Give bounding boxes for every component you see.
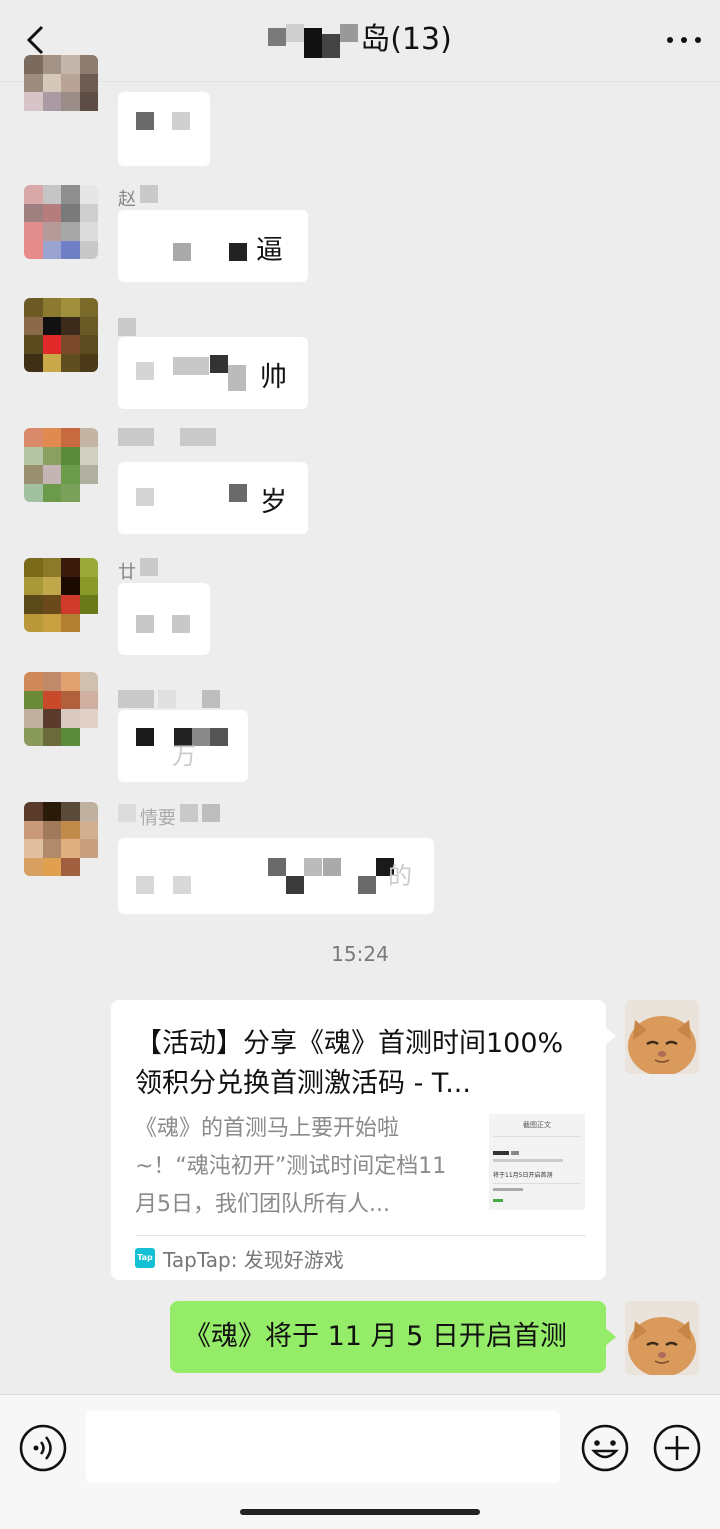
sender-name (118, 428, 216, 450)
voice-icon (19, 1424, 67, 1472)
avatar[interactable] (24, 672, 98, 746)
link-card-source: Tap TapTap: 发现好游戏 (135, 1244, 344, 1272)
message-text: 万 (172, 742, 196, 770)
avatar[interactable] (24, 802, 98, 876)
thumbnail-heading: 截图正文 (523, 1121, 551, 1129)
link-card-title: 【活动】分享《魂》首测时间100%领积分兑换首测激活码 - T... (135, 1028, 564, 1099)
chat-header: 岛(13) (0, 0, 720, 82)
sender-name: 情要 (118, 804, 220, 829)
avatar[interactable] (24, 558, 98, 632)
emoji-button[interactable] (580, 1423, 630, 1473)
taptap-logo-icon: Tap (135, 1248, 155, 1268)
chat-title-text: 岛(13) (360, 22, 452, 57)
thumbnail-line: 将于11月5日开启首测 (493, 1172, 553, 1179)
bubble-tail (604, 1327, 616, 1347)
message-input[interactable] (86, 1411, 560, 1483)
home-indicator[interactable] (240, 1509, 480, 1515)
sent-message-text: 《魂》将于 11 月 5 日开启首测 (184, 1321, 567, 1352)
sender-name-char: 廿 (118, 562, 136, 583)
avatar[interactable] (24, 428, 98, 502)
cat-avatar-icon (625, 1000, 699, 1074)
message-bubble[interactable]: 逼 (118, 210, 308, 282)
input-bar (0, 1394, 720, 1529)
message-bubble[interactable] (118, 92, 210, 166)
message-bubble[interactable]: 的 (118, 838, 434, 914)
message-text: 岁 (260, 487, 287, 518)
link-card-divider (135, 1235, 586, 1236)
more-icon (667, 37, 701, 43)
my-avatar[interactable] (625, 1000, 699, 1074)
sender-name (118, 690, 220, 712)
sent-message-bubble[interactable]: 《魂》将于 11 月 5 日开启首测 (170, 1301, 616, 1373)
link-card-thumbnail: 截图正文 将于11月5日开启首测 (489, 1114, 585, 1210)
timestamp: 15:24 (331, 942, 389, 966)
more-button[interactable] (664, 20, 704, 60)
sender-name-chars: 情要 (140, 808, 176, 829)
my-avatar[interactable] (625, 1301, 699, 1375)
blurred-title-part (268, 23, 359, 58)
sender-name-char: 赵 (118, 189, 136, 210)
link-card[interactable]: 【活动】分享《魂》首测时间100%领积分兑换首测激活码 - T... 《魂》的首… (111, 1000, 616, 1280)
message-text: 逼 (256, 235, 283, 266)
link-card-description: 《魂》的首测马上要开始啦~！“魂沌初开”测试时间定档11月5日，我们团队所有人.… (135, 1116, 447, 1217)
message-text: 的 (388, 862, 412, 890)
emoji-icon (581, 1424, 629, 1472)
link-card-source-text: TapTap: 发现好游戏 (163, 1247, 344, 1272)
avatar[interactable] (24, 185, 98, 259)
avatar[interactable] (24, 55, 98, 129)
plus-button[interactable] (652, 1423, 702, 1473)
message-bubble[interactable] (118, 583, 210, 655)
avatar[interactable] (24, 298, 98, 372)
bubble-tail (604, 1026, 616, 1046)
plus-icon (653, 1424, 701, 1472)
message-text: 帅 (260, 362, 287, 393)
sender-name: 廿 (118, 558, 158, 583)
message-bubble[interactable]: 岁 (118, 462, 308, 534)
sender-name: 赵 (118, 185, 158, 210)
cat-avatar-icon (625, 1301, 699, 1375)
chat-title[interactable]: 岛(13) (0, 18, 720, 62)
message-bubble[interactable]: 帅 (118, 337, 308, 409)
message-bubble[interactable]: 万 (118, 710, 248, 782)
voice-button[interactable] (18, 1423, 68, 1473)
